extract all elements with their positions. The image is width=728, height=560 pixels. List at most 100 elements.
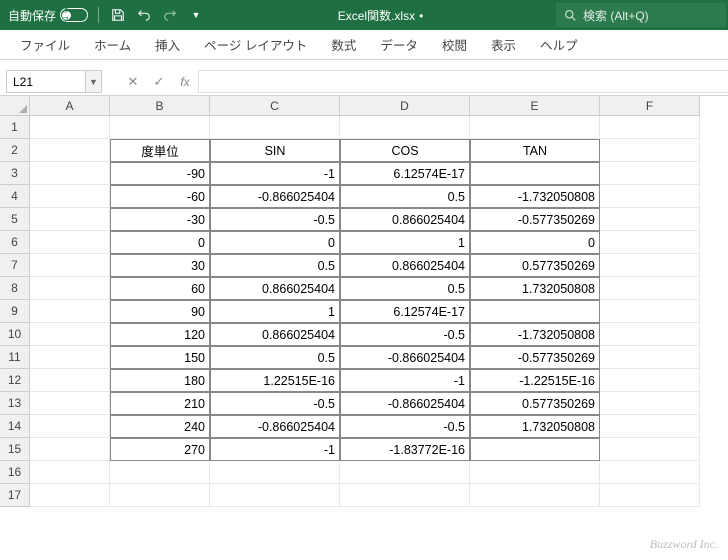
- cell-C8[interactable]: 0.866025404: [210, 277, 340, 300]
- col-header-C[interactable]: C: [210, 96, 340, 116]
- cell-F16[interactable]: [600, 461, 700, 484]
- cell-A14[interactable]: [30, 415, 110, 438]
- cell-A3[interactable]: [30, 162, 110, 185]
- qat-dropdown-icon[interactable]: ▼: [187, 6, 205, 24]
- cell-B8[interactable]: 60: [110, 277, 210, 300]
- row-header-6[interactable]: 6: [0, 231, 30, 254]
- cell-F8[interactable]: [600, 277, 700, 300]
- cell-E1[interactable]: [470, 116, 600, 139]
- tab-data[interactable]: データ: [368, 30, 430, 60]
- cell-F6[interactable]: [600, 231, 700, 254]
- cell-D2[interactable]: COS: [340, 139, 470, 162]
- cell-A2[interactable]: [30, 139, 110, 162]
- cell-F7[interactable]: [600, 254, 700, 277]
- cell-F1[interactable]: [600, 116, 700, 139]
- cell-E10[interactable]: -1.732050808: [470, 323, 600, 346]
- cell-A11[interactable]: [30, 346, 110, 369]
- cell-B6[interactable]: 0: [110, 231, 210, 254]
- cell-C17[interactable]: [210, 484, 340, 507]
- tab-help[interactable]: ヘルプ: [528, 30, 590, 60]
- cell-D5[interactable]: 0.866025404: [340, 208, 470, 231]
- cell-A13[interactable]: [30, 392, 110, 415]
- select-all-corner[interactable]: [0, 96, 30, 116]
- cell-E13[interactable]: 0.577350269: [470, 392, 600, 415]
- cell-E16[interactable]: [470, 461, 600, 484]
- fx-icon[interactable]: fx: [172, 70, 198, 93]
- cell-E3[interactable]: [470, 162, 600, 185]
- cell-D14[interactable]: -0.5: [340, 415, 470, 438]
- cell-C2[interactable]: SIN: [210, 139, 340, 162]
- row-header-8[interactable]: 8: [0, 277, 30, 300]
- cell-A9[interactable]: [30, 300, 110, 323]
- cell-B2[interactable]: 度単位: [110, 139, 210, 162]
- formula-input[interactable]: [198, 70, 728, 93]
- cell-E6[interactable]: 0: [470, 231, 600, 254]
- cell-B14[interactable]: 240: [110, 415, 210, 438]
- cell-F4[interactable]: [600, 185, 700, 208]
- cell-B17[interactable]: [110, 484, 210, 507]
- cell-C5[interactable]: -0.5: [210, 208, 340, 231]
- cell-D13[interactable]: -0.866025404: [340, 392, 470, 415]
- cell-F2[interactable]: [600, 139, 700, 162]
- cell-F5[interactable]: [600, 208, 700, 231]
- cell-C12[interactable]: 1.22515E-16: [210, 369, 340, 392]
- cell-D15[interactable]: -1.83772E-16: [340, 438, 470, 461]
- cell-B13[interactable]: 210: [110, 392, 210, 415]
- cell-E14[interactable]: 1.732050808: [470, 415, 600, 438]
- name-box[interactable]: L21: [6, 70, 86, 93]
- redo-icon[interactable]: [161, 6, 179, 24]
- col-header-E[interactable]: E: [470, 96, 600, 116]
- cell-A17[interactable]: [30, 484, 110, 507]
- cell-E15[interactable]: [470, 438, 600, 461]
- cell-C7[interactable]: 0.5: [210, 254, 340, 277]
- cell-C13[interactable]: -0.5: [210, 392, 340, 415]
- cell-A1[interactable]: [30, 116, 110, 139]
- cell-B7[interactable]: 30: [110, 254, 210, 277]
- col-header-F[interactable]: F: [600, 96, 700, 116]
- cell-A12[interactable]: [30, 369, 110, 392]
- row-header-14[interactable]: 14: [0, 415, 30, 438]
- row-header-16[interactable]: 16: [0, 461, 30, 484]
- cell-C3[interactable]: -1: [210, 162, 340, 185]
- col-header-B[interactable]: B: [110, 96, 210, 116]
- cell-E12[interactable]: -1.22515E-16: [470, 369, 600, 392]
- col-header-A[interactable]: A: [30, 96, 110, 116]
- cell-B12[interactable]: 180: [110, 369, 210, 392]
- row-header-15[interactable]: 15: [0, 438, 30, 461]
- cell-E8[interactable]: 1.732050808: [470, 277, 600, 300]
- row-header-12[interactable]: 12: [0, 369, 30, 392]
- tab-file[interactable]: ファイル: [8, 30, 82, 60]
- cell-D7[interactable]: 0.866025404: [340, 254, 470, 277]
- cell-E17[interactable]: [470, 484, 600, 507]
- cell-C4[interactable]: -0.866025404: [210, 185, 340, 208]
- undo-icon[interactable]: [135, 6, 153, 24]
- cell-A15[interactable]: [30, 438, 110, 461]
- cell-A8[interactable]: [30, 277, 110, 300]
- cell-D3[interactable]: 6.12574E-17: [340, 162, 470, 185]
- cell-D9[interactable]: 6.12574E-17: [340, 300, 470, 323]
- enter-icon[interactable]: ✓: [146, 70, 172, 93]
- row-header-17[interactable]: 17: [0, 484, 30, 507]
- name-box-dropdown-icon[interactable]: ▼: [86, 70, 102, 93]
- cell-F14[interactable]: [600, 415, 700, 438]
- cell-B3[interactable]: -90: [110, 162, 210, 185]
- cell-D1[interactable]: [340, 116, 470, 139]
- cell-B4[interactable]: -60: [110, 185, 210, 208]
- cell-F10[interactable]: [600, 323, 700, 346]
- cell-D11[interactable]: -0.866025404: [340, 346, 470, 369]
- cell-C16[interactable]: [210, 461, 340, 484]
- cell-C15[interactable]: -1: [210, 438, 340, 461]
- cell-E4[interactable]: -1.732050808: [470, 185, 600, 208]
- row-header-5[interactable]: 5: [0, 208, 30, 231]
- cell-F9[interactable]: [600, 300, 700, 323]
- row-header-3[interactable]: 3: [0, 162, 30, 185]
- cell-F15[interactable]: [600, 438, 700, 461]
- tab-home[interactable]: ホーム: [82, 30, 143, 60]
- cell-A6[interactable]: [30, 231, 110, 254]
- row-header-1[interactable]: 1: [0, 116, 30, 139]
- cell-B1[interactable]: [110, 116, 210, 139]
- cell-B5[interactable]: -30: [110, 208, 210, 231]
- row-header-9[interactable]: 9: [0, 300, 30, 323]
- cell-E7[interactable]: 0.577350269: [470, 254, 600, 277]
- col-header-D[interactable]: D: [340, 96, 470, 116]
